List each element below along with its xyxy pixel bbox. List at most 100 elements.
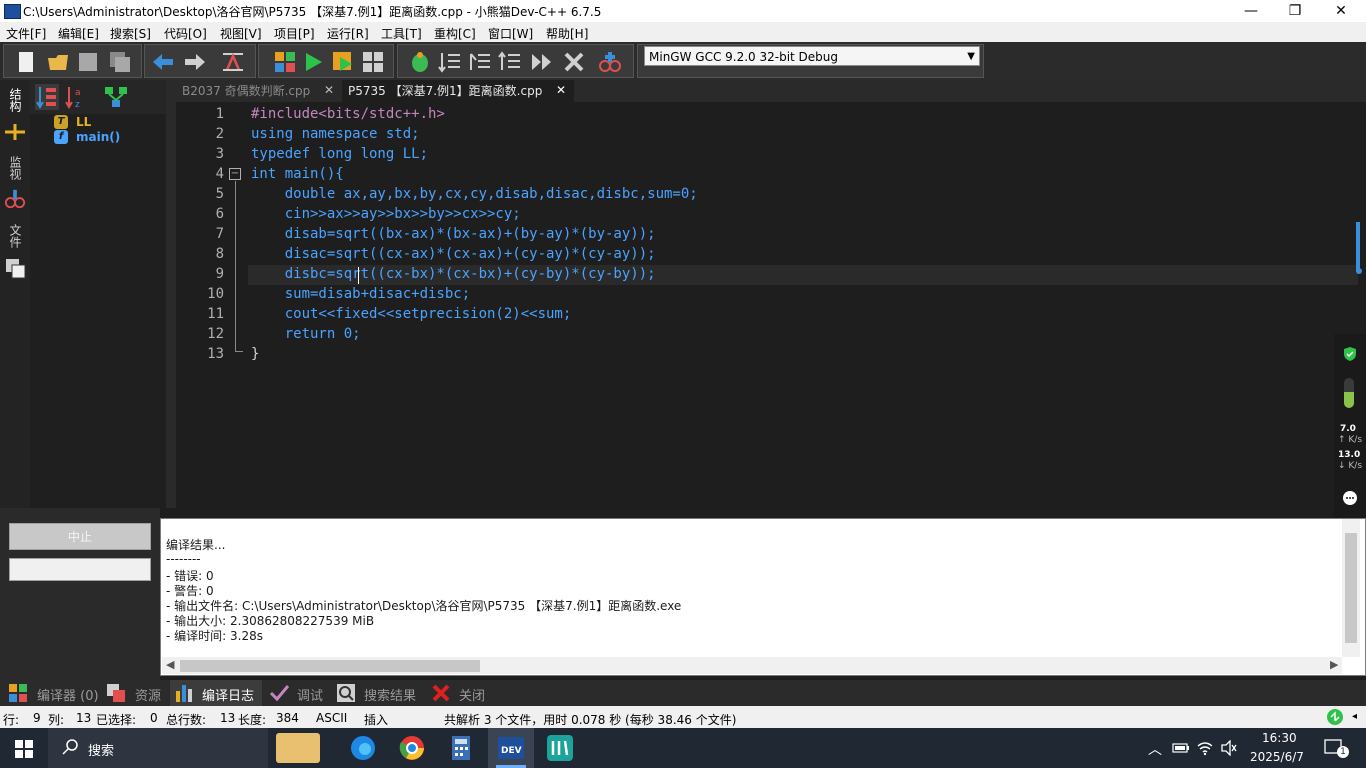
chat-icon[interactable] <box>1342 490 1358 506</box>
clock-time[interactable]: 16:30 <box>1262 731 1297 745</box>
minimize-button[interactable]: — <box>1228 0 1274 22</box>
format-code-icon[interactable] <box>221 50 245 74</box>
show-inherited-icon[interactable] <box>104 86 128 108</box>
chrome-browser-icon[interactable] <box>397 733 427 763</box>
tab-structure[interactable]: 结构 <box>6 88 24 112</box>
tab-watch[interactable]: 监视 <box>6 156 24 180</box>
compiler-select[interactable]: MinGW GCC 9.2.0 32-bit Debug ▼ <box>644 46 980 66</box>
menu-refactor[interactable]: 重构[C] <box>434 25 476 42</box>
sync-icon[interactable] <box>1327 709 1343 725</box>
save-icon[interactable] <box>76 50 100 74</box>
maximize-button[interactable]: ❐ <box>1272 0 1318 22</box>
tab-p5735[interactable]: P5735 【深基7.例1】距离函数.cpp <box>342 80 574 102</box>
log-vertical-scrollbar[interactable] <box>1342 519 1360 657</box>
menu-code[interactable]: 代码[O] <box>164 25 207 42</box>
menu-window[interactable]: 窗口[W] <box>488 25 533 42</box>
calculator-icon[interactable] <box>446 733 476 763</box>
network-monitor-widget: 7.0 ↑ K/s 13.0 ↓ K/s <box>1334 334 1366 548</box>
step-into-icon[interactable] <box>468 50 492 74</box>
code-line: disab=sqrt((bx-ax)*(bx-ax)+(by-ay)*(by-a… <box>251 226 656 242</box>
left-vertical-tabs: 结构 监视 文件 <box>0 80 30 508</box>
menu-run[interactable]: 运行[R] <box>327 25 369 42</box>
status-col-label: 列: <box>48 713 65 727</box>
code-editor[interactable] <box>176 102 1366 508</box>
sort-alpha-icon[interactable]: az <box>64 84 88 110</box>
wifi-icon[interactable] <box>1196 740 1214 756</box>
class-browser <box>30 80 166 508</box>
continue-icon[interactable] <box>530 50 554 74</box>
step-over-icon[interactable] <box>438 50 462 74</box>
compile-run-icon[interactable] <box>331 50 355 74</box>
edge-browser-icon[interactable] <box>348 733 378 763</box>
devcpp-icon[interactable]: DEV <box>496 733 526 763</box>
forward-arrow-icon[interactable] <box>183 50 207 74</box>
tab-compile-log[interactable]: 编译日志 <box>202 685 254 704</box>
code-line: typedef long long LL; <box>251 146 429 162</box>
file-explorer-app[interactable] <box>276 733 320 763</box>
code-line: } <box>251 346 260 362</box>
menu-view[interactable]: 视图[V] <box>220 25 262 42</box>
tray-overflow-icon[interactable]: ︿ <box>1148 739 1162 759</box>
sidebar-splitter[interactable] <box>166 80 176 508</box>
log-vscroll-thumb[interactable] <box>1345 533 1357 643</box>
battery-icon[interactable] <box>1172 741 1190 755</box>
tree-item-main[interactable]: main() <box>76 130 120 144</box>
tab-files[interactable]: 文件 <box>6 224 24 248</box>
files-icon[interactable] <box>5 258 27 280</box>
download-speed: 13.0 <box>1338 450 1361 460</box>
status-row-label: 行: <box>3 713 20 727</box>
editor-scroll-marker[interactable] <box>1356 222 1360 272</box>
back-arrow-icon[interactable] <box>151 50 175 74</box>
debug-check-icon <box>269 685 289 702</box>
compile-icon[interactable] <box>273 50 297 74</box>
menu-edit[interactable]: 编辑[E] <box>58 25 99 42</box>
scroll-left-icon[interactable]: ◀ <box>166 658 174 671</box>
log-hscroll-thumb[interactable] <box>180 660 480 672</box>
open-folder-icon[interactable] <box>46 50 70 74</box>
windows-start-icon[interactable] <box>15 740 33 758</box>
line-number: 11 <box>207 306 224 322</box>
expand-icon[interactable]: ◂ <box>1352 711 1357 722</box>
fold-toggle[interactable]: − <box>229 168 241 180</box>
close-button[interactable]: ✕ <box>1318 0 1364 22</box>
menu-tools[interactable]: 工具[T] <box>381 25 422 42</box>
clock-date[interactable]: 2025/6/7 <box>1250 750 1304 764</box>
new-file-icon[interactable] <box>14 50 38 74</box>
tab-p5735-close-icon[interactable]: ✕ <box>556 83 566 97</box>
tab-resources[interactable]: 资源 <box>135 685 161 704</box>
tree-item-ll[interactable]: LL <box>76 115 91 129</box>
sort-by-type-icon[interactable] <box>35 84 59 110</box>
rebuild-icon[interactable] <box>361 50 385 74</box>
tab-compiler[interactable]: 编译器 (0) <box>37 685 99 704</box>
search-icon <box>62 739 78 755</box>
code-line: disac=sqrt((cx-ax)*(cx-ax)+(cy-ay)*(cy-a… <box>251 246 656 262</box>
app-icon[interactable] <box>545 733 575 763</box>
menu-project[interactable]: 项目[P] <box>274 25 315 42</box>
tab-b2037-close-icon[interactable]: ✕ <box>324 83 334 97</box>
debug-tool-group <box>397 44 634 78</box>
memory-gauge <box>1344 378 1354 408</box>
tab-debug[interactable]: 调试 <box>297 685 323 704</box>
menu-help[interactable]: 帮助[H] <box>546 25 588 42</box>
watch-icon[interactable] <box>4 188 26 210</box>
add-watch-icon[interactable] <box>598 50 622 74</box>
save-all-icon[interactable] <box>108 50 132 74</box>
scroll-right-icon[interactable]: ▶ <box>1330 658 1338 671</box>
stop-debug-icon[interactable] <box>562 50 586 74</box>
taskbar-search[interactable]: 搜索 <box>48 728 268 768</box>
run-icon[interactable] <box>301 50 325 74</box>
status-encoding[interactable]: ASCII <box>316 711 347 725</box>
volume-icon[interactable] <box>1220 740 1238 756</box>
line-number: 13 <box>207 346 224 362</box>
menu-file[interactable]: 文件[F] <box>6 25 46 42</box>
stop-button[interactable]: 中止 <box>9 523 151 550</box>
add-icon[interactable] <box>5 124 25 140</box>
code-line: int main(){ <box>251 166 344 182</box>
tab-search-results[interactable]: 搜索结果 <box>364 685 416 704</box>
tab-b2037[interactable]: B2037 奇偶数判断.cpp <box>176 80 344 102</box>
tab-close[interactable]: 关闭 <box>459 685 485 704</box>
debug-bug-icon[interactable] <box>408 50 432 74</box>
shield-icon[interactable] <box>1342 346 1358 362</box>
menu-search[interactable]: 搜索[S] <box>110 25 151 42</box>
step-out-icon[interactable] <box>498 50 522 74</box>
